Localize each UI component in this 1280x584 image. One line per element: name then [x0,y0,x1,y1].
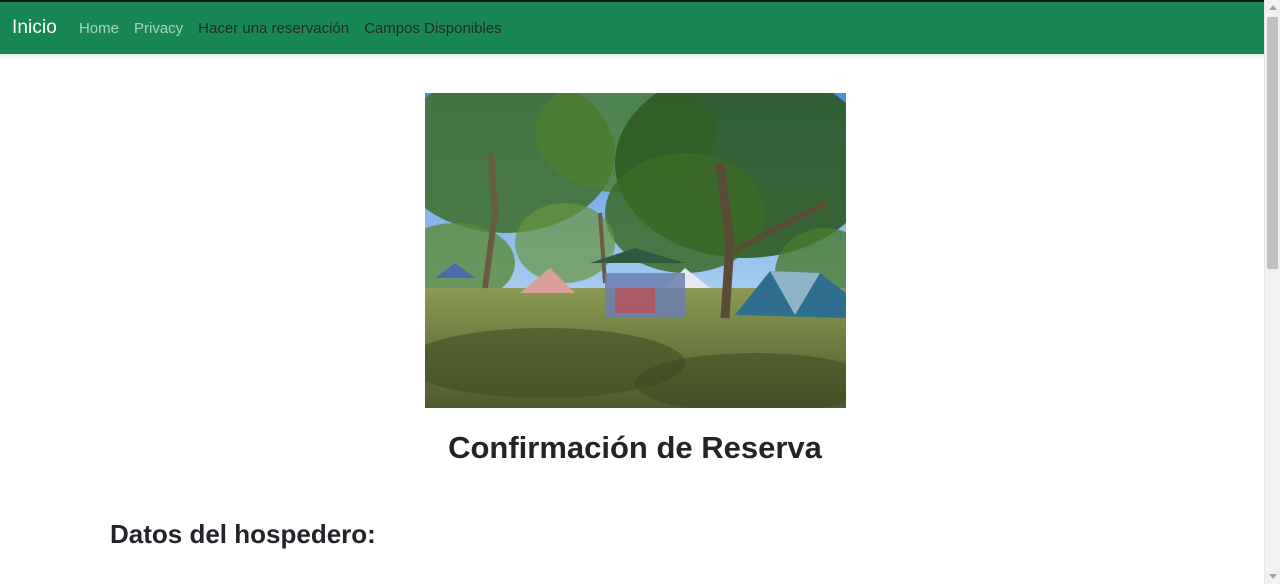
navbar-brand-link[interactable]: Inicio [12,17,57,39]
top-navbar: Inicio Home Privacy Hacer una reservació… [0,0,1264,54]
nav-link-privacy[interactable]: Privacy [134,20,183,37]
guest-data-heading: Datos del hospedero: [110,519,376,549]
vertical-scrollbar[interactable] [1264,0,1280,584]
scrollbar-thumb[interactable] [1267,17,1278,269]
scroll-up-arrow-icon[interactable] [1269,5,1277,10]
page: Inicio Home Privacy Hacer una reservació… [0,0,1280,584]
nav-link-available-camps[interactable]: Campos Disponibles [364,20,502,37]
nav-link-make-reservation[interactable]: Hacer una reservación [198,20,349,37]
scroll-down-arrow-icon[interactable] [1269,574,1277,579]
campsite-hero-image [425,93,846,408]
page-title: Confirmación de Reserva [448,430,822,465]
nav-link-home[interactable]: Home [79,20,119,37]
